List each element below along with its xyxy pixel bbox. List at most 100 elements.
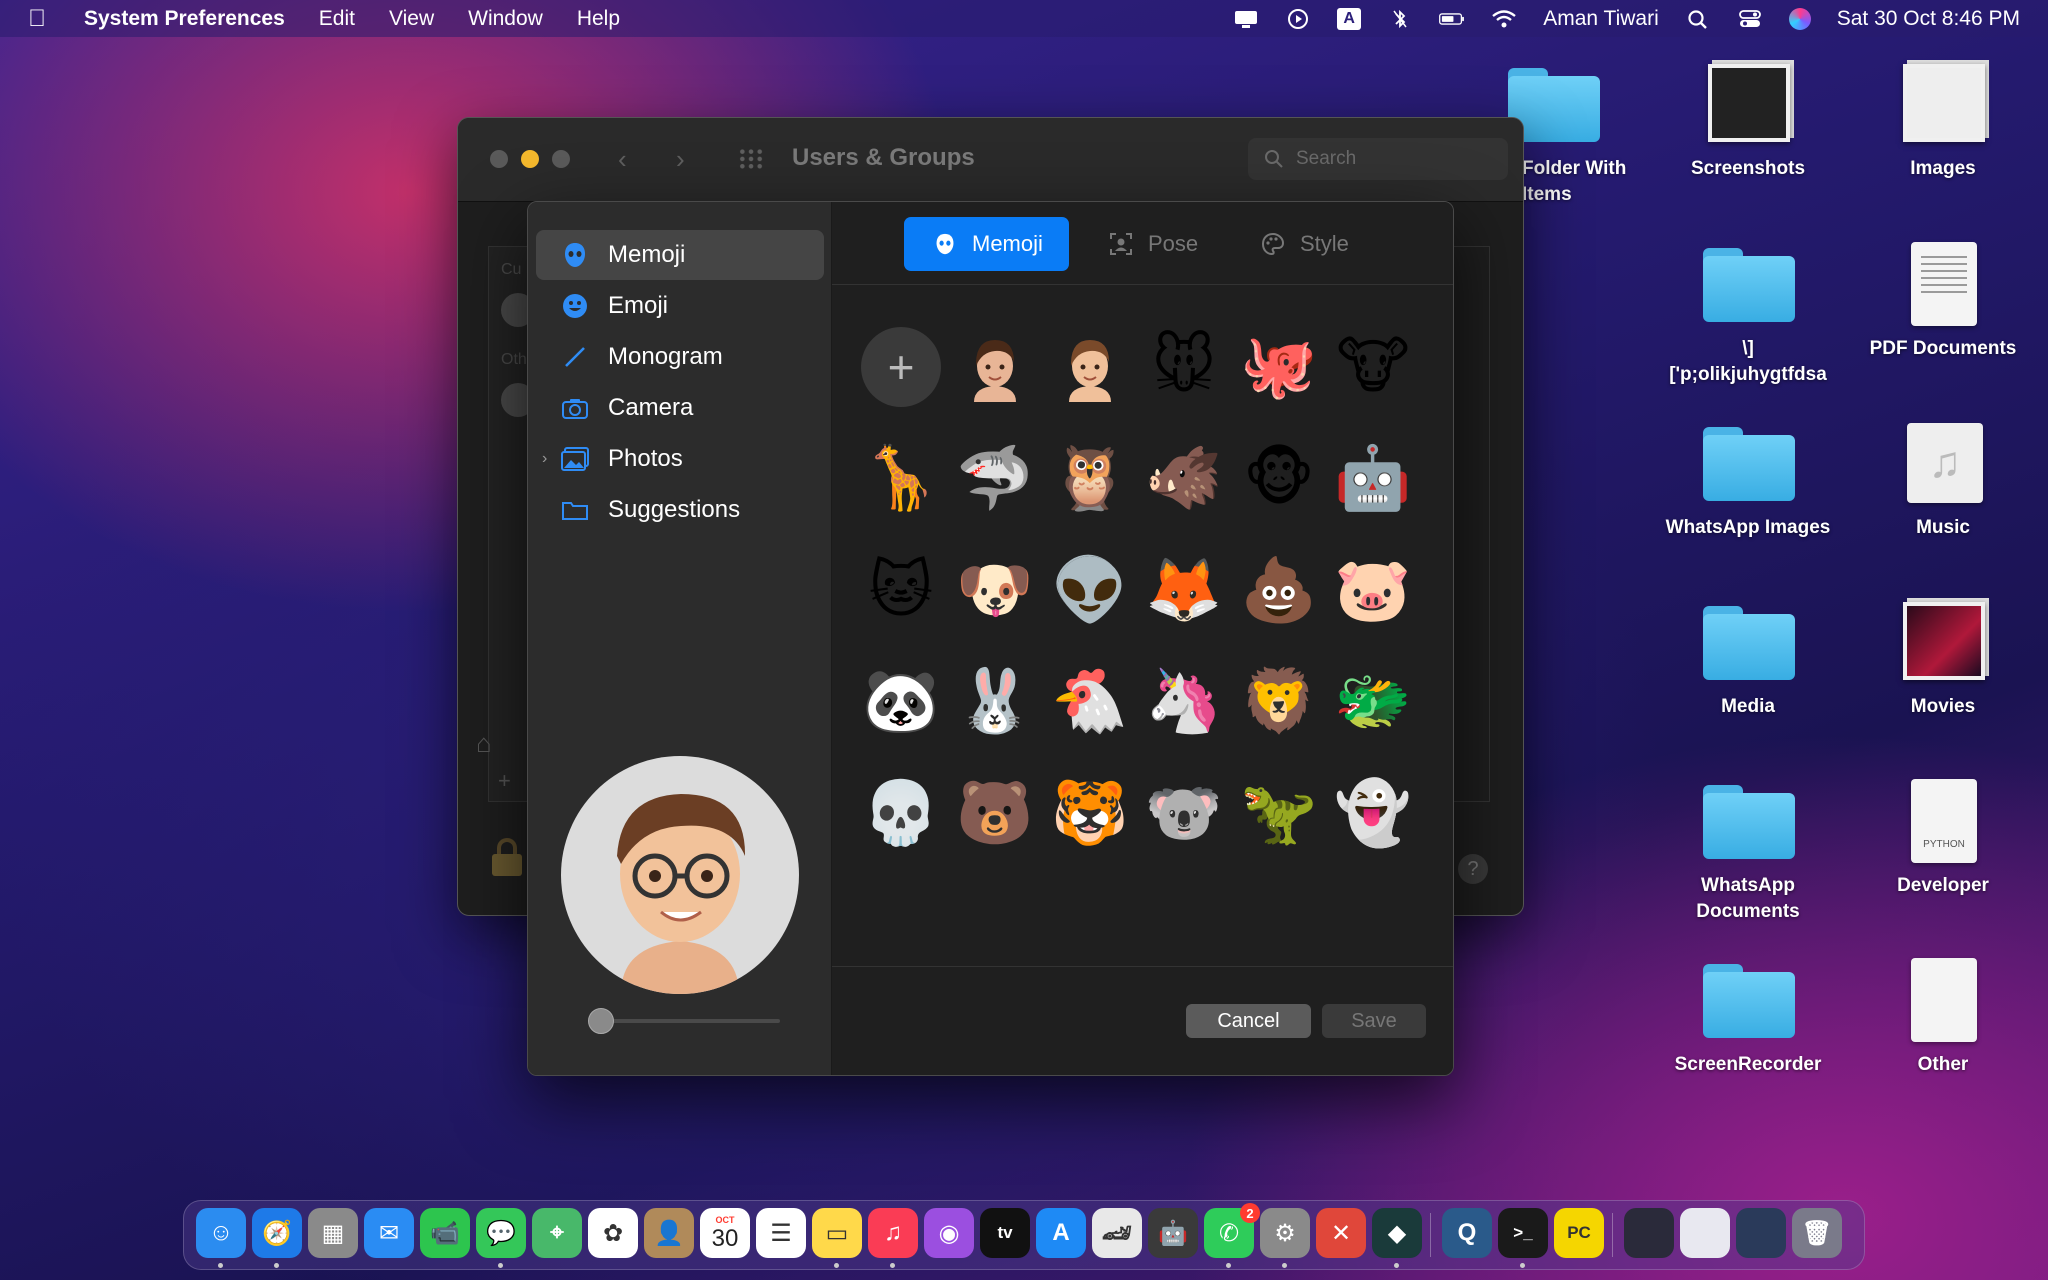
dock-app-window-1[interactable] <box>1624 1208 1674 1258</box>
apple-menu-icon[interactable]:  <box>28 5 58 33</box>
animoji-icon[interactable]: 🐨 <box>1139 769 1229 859</box>
lock-icon[interactable] <box>492 838 522 876</box>
memoji-woman-icon[interactable] <box>950 322 1040 412</box>
animoji-icon[interactable]: 🦒 <box>856 434 946 524</box>
desktop-item-odd-folder[interactable]: \] ['p;olikjuhygtfdsa <box>1653 240 1843 388</box>
dock-app-android[interactable]: 🤖 <box>1148 1208 1198 1258</box>
search-field[interactable]: Search <box>1248 138 1508 180</box>
app-menu[interactable]: System Preferences <box>84 7 285 31</box>
animoji-icon[interactable]: 🐮 <box>1328 322 1418 412</box>
dock-app-tv[interactable]: tv <box>980 1208 1030 1258</box>
dock-app-window-3[interactable] <box>1736 1208 1786 1258</box>
dock-app-contacts[interactable]: 👤 <box>644 1208 694 1258</box>
wifi-icon[interactable] <box>1491 8 1517 30</box>
play-icon[interactable] <box>1285 8 1311 30</box>
user-name[interactable]: Aman Tiwari <box>1543 7 1659 31</box>
zoom-slider-knob[interactable] <box>588 1008 614 1034</box>
siri-icon[interactable] <box>1788 7 1811 30</box>
zoom-button[interactable] <box>552 150 570 168</box>
desktop-item-whatsapp-images[interactable]: WhatsApp Images <box>1653 419 1843 541</box>
disclosure-chevron-icon[interactable]: › <box>542 450 547 468</box>
input-source-icon[interactable]: A <box>1337 7 1362 30</box>
back-chevron-icon[interactable]: ‹ <box>618 144 627 175</box>
help-menu[interactable]: Help <box>577 7 620 31</box>
animoji-icon[interactable]: 🐷 <box>1328 546 1418 636</box>
desktop-item-pdf-documents[interactable]: PDF Documents <box>1848 240 2038 362</box>
dock-app-calendar[interactable]: OCT 30 <box>700 1208 750 1258</box>
dock-app-notes[interactable]: ▭ <box>812 1208 862 1258</box>
spotlight-search-icon[interactable] <box>1685 8 1711 30</box>
display-icon[interactable] <box>1233 8 1259 30</box>
desktop-item-other[interactable]: Other <box>1848 956 2038 1078</box>
battery-icon[interactable] <box>1439 8 1465 30</box>
animoji-icon[interactable]: 🐯 <box>1045 769 1135 859</box>
tab-style[interactable]: Style <box>1232 217 1382 271</box>
window-menu[interactable]: Window <box>468 7 543 31</box>
dock-app-podcasts[interactable]: ◉ <box>924 1208 974 1258</box>
animoji-icon[interactable]: 🐶 <box>950 546 1040 636</box>
dock-app-asphalt[interactable]: 🏎 <box>1092 1208 1142 1258</box>
animoji-icon[interactable]: 🐗 <box>1139 434 1229 524</box>
animoji-icon[interactable]: 🦉 <box>1045 434 1135 524</box>
animoji-icon[interactable]: 🐰 <box>950 657 1040 747</box>
sidebar-item-monogram[interactable]: Monogram <box>536 332 824 382</box>
dock-app-trash[interactable]: 🗑 <box>1792 1208 1842 1258</box>
dock-app-mail[interactable]: ✉ <box>364 1208 414 1258</box>
animoji-icon[interactable]: 🦖 <box>1234 769 1324 859</box>
dock-app-messages[interactable]: 💬 <box>476 1208 526 1258</box>
animoji-icon[interactable]: 🐭 <box>1139 322 1229 412</box>
help-button[interactable]: ? <box>1458 854 1488 884</box>
sidebar-item-camera[interactable]: Camera <box>536 383 824 433</box>
edit-menu[interactable]: Edit <box>319 7 355 31</box>
animoji-icon[interactable]: 🦄 <box>1139 657 1229 747</box>
view-menu[interactable]: View <box>389 7 434 31</box>
animoji-icon[interactable]: 🦊 <box>1139 546 1229 636</box>
animoji-icon[interactable]: 🤖 <box>1328 434 1418 524</box>
save-button[interactable]: Save <box>1322 1004 1426 1038</box>
animoji-icon[interactable]: 🦁 <box>1234 657 1324 747</box>
sidebar-item-photos[interactable]: › Photos <box>536 434 824 484</box>
memoji-man-icon[interactable] <box>1045 322 1135 412</box>
dock-app-finder[interactable]: ☺ <box>196 1208 246 1258</box>
dock-app-reminders[interactable]: ☰ <box>756 1208 806 1258</box>
show-all-grid-icon[interactable] <box>738 148 764 170</box>
forward-chevron-icon[interactable]: › <box>676 144 685 175</box>
desktop-item-music[interactable]: ♫ Music <box>1848 419 2038 541</box>
animoji-icon[interactable]: 🦈 <box>950 434 1040 524</box>
desktop-item-developer[interactable]: PYTHON Developer <box>1848 777 2038 899</box>
animoji-icon[interactable]: 🐱 <box>856 546 946 636</box>
minimize-button[interactable] <box>521 150 539 168</box>
desktop-item-whatsapp-documents[interactable]: WhatsApp Documents <box>1653 777 1843 925</box>
zoom-slider-track[interactable] <box>600 1019 780 1023</box>
desktop-item-movies[interactable]: Movies <box>1848 598 2038 720</box>
dock-app-pycharm[interactable]: PC <box>1554 1208 1604 1258</box>
dock-app-music[interactable]: ♫ <box>868 1208 918 1258</box>
animoji-icon[interactable]: 🐲 <box>1328 657 1418 747</box>
desktop-item-screenrecorder[interactable]: ScreenRecorder <box>1653 956 1843 1078</box>
control-center-icon[interactable] <box>1737 8 1763 30</box>
dock-app-quicktime[interactable]: Q <box>1442 1208 1492 1258</box>
dock-app-safari[interactable]: 🧭 <box>252 1208 302 1258</box>
dock-app-facetime[interactable]: 📹 <box>420 1208 470 1258</box>
desktop-item-screenshots[interactable]: Screenshots <box>1653 60 1843 182</box>
dock-app-maps[interactable]: ⌖ <box>532 1208 582 1258</box>
dock-app-launchpad[interactable]: ▦ <box>308 1208 358 1258</box>
dock-app-system-preferences[interactable]: ⚙ <box>1260 1208 1310 1258</box>
dock-app-wondershare[interactable]: ◆ <box>1372 1208 1422 1258</box>
animoji-icon[interactable]: 👻 <box>1328 769 1418 859</box>
add-user-icon[interactable]: + <box>498 768 511 794</box>
sidebar-item-suggestions[interactable]: Suggestions <box>536 485 824 535</box>
animoji-icon[interactable]: 👽 <box>1045 546 1135 636</box>
desktop-item-images[interactable]: Images <box>1848 60 2038 182</box>
tab-memoji[interactable]: Memoji <box>904 217 1069 271</box>
desktop-item-media[interactable]: Media <box>1653 598 1843 720</box>
close-button[interactable] <box>490 150 508 168</box>
dock-app-window-2[interactable] <box>1680 1208 1730 1258</box>
dock-app-terminal[interactable]: >_ <box>1498 1208 1548 1258</box>
add-memoji-button[interactable]: + <box>856 322 946 412</box>
menubar-clock[interactable]: Sat 30 Oct 8:46 PM <box>1837 7 2020 31</box>
dock-app-photos[interactable]: ✿ <box>588 1208 638 1258</box>
dock-app-remote[interactable]: ✕ <box>1316 1208 1366 1258</box>
animoji-icon[interactable]: 🐙 <box>1234 322 1324 412</box>
sidebar-item-emoji[interactable]: Emoji <box>536 281 824 331</box>
